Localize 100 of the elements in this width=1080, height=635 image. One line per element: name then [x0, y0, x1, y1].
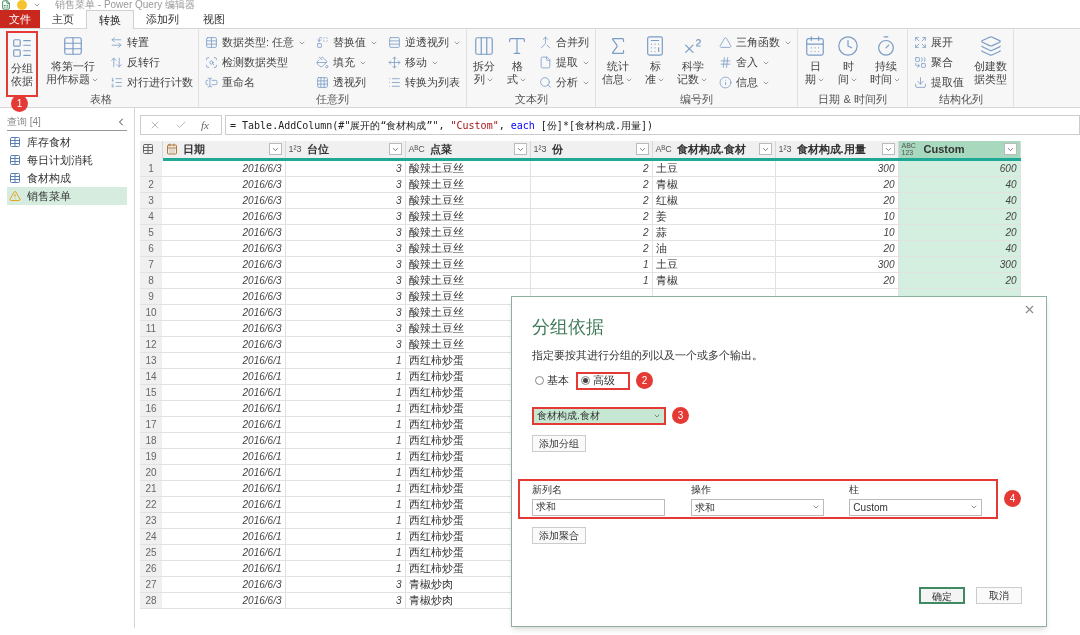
select-field[interactable]: 求和	[690, 498, 824, 516]
column-header[interactable]: AᴮC 食材构成.食材	[652, 141, 775, 159]
query-item[interactable]: 每日计划消耗	[7, 151, 127, 169]
ribbon-button[interactable]: 统计 信息	[599, 31, 637, 93]
ribbon-button[interactable]: 对行进行计数	[107, 73, 195, 92]
column-header[interactable]: 1²3 份	[530, 141, 652, 159]
ribbon-button[interactable]: 反转行	[107, 53, 195, 72]
ribbon-button[interactable]: 日 期	[801, 31, 830, 93]
filter-button[interactable]	[268, 143, 282, 156]
column-header[interactable]: 日期	[162, 141, 285, 159]
filter-button[interactable]	[758, 143, 772, 156]
ribbon-button[interactable]: 重命名	[202, 73, 309, 92]
ribbon-button[interactable]: 展开	[911, 33, 967, 52]
table-icon	[204, 35, 219, 50]
ribbon-button[interactable]: 分组 依据	[8, 33, 36, 95]
grid-icon	[315, 75, 331, 90]
ribbon-button[interactable]: 检测数据类型	[202, 53, 309, 72]
table-cell: 2016/6/1	[162, 480, 285, 496]
ribbon-button[interactable]: 持续 时间	[867, 31, 905, 93]
table-cell: 3	[285, 320, 405, 336]
ribbon-button[interactable]: 时 间	[834, 31, 863, 93]
query-item[interactable]: 食材构成	[7, 169, 127, 187]
ribbon-button[interactable]: 转换为列表	[385, 73, 464, 92]
ribbon-button[interactable]: 填充	[313, 53, 381, 72]
table-cell: 2	[530, 176, 652, 192]
calendar-icon	[165, 143, 178, 156]
ribbon-button[interactable]: 格 式	[503, 31, 532, 93]
ribbon-tab[interactable]: 添加列	[134, 10, 191, 28]
ribbon-button[interactable]: 转置	[107, 33, 195, 52]
column-header[interactable]: 1²3 食材构成.用量	[775, 141, 898, 159]
table-cell: 2	[530, 192, 652, 208]
ribbon-button[interactable]: 信息	[716, 73, 795, 92]
table-cell: 蒜	[652, 224, 775, 240]
table-cell: 1	[285, 528, 405, 544]
ribbon-button[interactable]: 提取	[536, 53, 593, 72]
filter-button[interactable]	[635, 143, 649, 156]
table-cell: 1	[285, 400, 405, 416]
input-field[interactable]: 求和	[532, 498, 665, 516]
table-cell: 2016/6/3	[162, 336, 285, 352]
table-cell: 2016/6/1	[162, 416, 285, 432]
table-cell: 2016/6/1	[162, 384, 285, 400]
table-cell: 红椒	[652, 192, 775, 208]
add-aggregation-button[interactable]: 添加聚合	[532, 526, 586, 544]
filter-button[interactable]	[388, 143, 402, 156]
filter-button[interactable]	[513, 143, 527, 156]
ribbon-button[interactable]: 标 准	[641, 31, 670, 93]
close-icon[interactable]	[1023, 303, 1036, 316]
caret-icon[interactable]	[33, 1, 41, 9]
fx-button[interactable]: fx	[201, 116, 209, 134]
check-icon[interactable]	[175, 119, 187, 131]
ribbon-tab[interactable]: 视图	[191, 10, 237, 28]
query-item[interactable]: 库存食材	[7, 133, 127, 151]
table-cell: 2016/6/3	[162, 240, 285, 256]
ribbon-button[interactable]: 科学 记数	[674, 31, 712, 93]
ribbon-button[interactable]: 透视列	[313, 73, 381, 92]
select-field[interactable]: Custom	[849, 498, 983, 516]
formula-field[interactable]: = Table.AddColumn(#"展开的“食材构成”", "Custom", each [份]*[食材构成.用量])	[225, 115, 1080, 135]
radio-button[interactable]: 高级	[578, 372, 618, 389]
column-header[interactable]: AᴮC 点菜	[405, 141, 530, 159]
table-cell: 20	[775, 272, 898, 288]
dialog-button[interactable]: 确定	[919, 587, 965, 604]
table-icon	[9, 154, 21, 166]
table-cell: 2016/6/1	[162, 368, 285, 384]
ribbon-button[interactable]: 逆透视列	[385, 33, 464, 52]
table-menu-button[interactable]	[140, 141, 162, 159]
ribbon-tab[interactable]: 文件	[0, 10, 40, 28]
query-item[interactable]: 销售菜单	[7, 187, 127, 205]
ribbon-button[interactable]: 创建数 据类型	[971, 31, 1011, 93]
ribbon-button[interactable]: 聚合	[911, 53, 967, 72]
ribbon-button[interactable]: 合并列	[536, 33, 593, 52]
group-dropdown[interactable]: 食材构成.食材	[534, 408, 664, 423]
field-label: 新列名	[532, 483, 563, 496]
ribbon-tab[interactable]: 转换	[86, 10, 134, 29]
table-icon	[142, 143, 154, 156]
ribbon-button[interactable]: 移动	[385, 53, 464, 72]
ribbon-button[interactable]: 将第一行 用作标题	[43, 31, 102, 93]
table-cell: 3	[285, 576, 405, 592]
table-cell: 2016/6/3	[162, 592, 285, 608]
column-name: 台位	[306, 142, 330, 157]
spreadsheet-icon[interactable]	[1, 0, 11, 10]
filter-button[interactable]	[881, 143, 895, 156]
ribbon-button[interactable]: 舍入	[716, 53, 795, 72]
ribbon-tab[interactable]: 主页	[40, 10, 86, 28]
column-name: 份	[551, 142, 564, 157]
ribbon-button[interactable]: 三角函数	[716, 33, 795, 52]
quick-access-icon[interactable]	[17, 0, 27, 10]
ribbon-button[interactable]: 提取值	[911, 73, 967, 92]
radio-button[interactable]: 基本	[532, 372, 572, 389]
table-cell: 3	[285, 208, 405, 224]
ribbon-button[interactable]: 分析	[536, 73, 593, 92]
ribbon-button[interactable]: 数据类型: 任意	[202, 33, 309, 52]
add-grouping-button[interactable]: 添加分组	[532, 434, 586, 452]
ribbon-button[interactable]: 替换值	[313, 33, 381, 52]
group-label: 编号列	[680, 93, 714, 106]
dialog-button[interactable]: 取消	[976, 587, 1022, 604]
filter-button[interactable]	[1003, 143, 1017, 156]
table-cell: 土豆	[652, 256, 775, 272]
cancel-icon[interactable]	[149, 119, 161, 131]
column-header[interactable]: 1²3 台位	[285, 141, 405, 159]
ribbon-button[interactable]: 拆分 列	[470, 31, 499, 93]
